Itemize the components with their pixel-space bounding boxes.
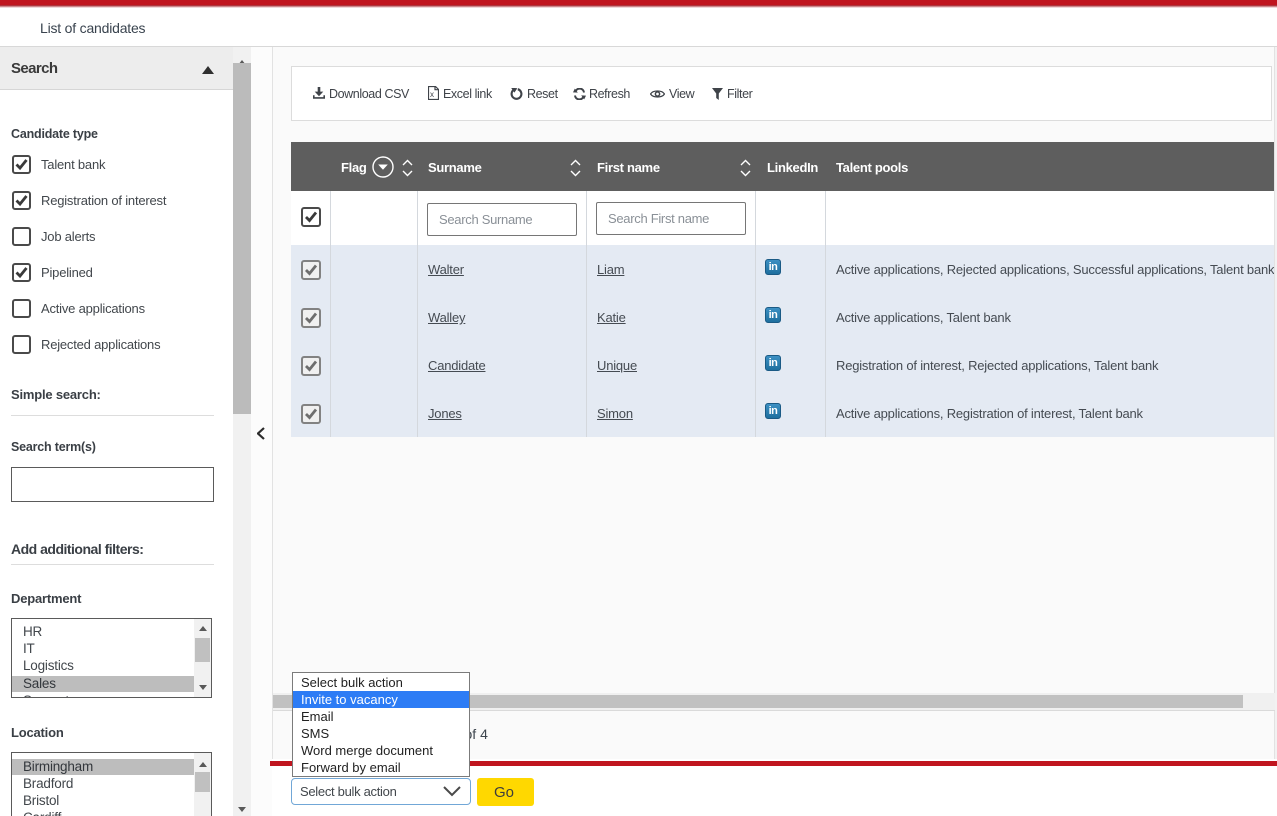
svg-text:x: x (430, 90, 434, 99)
